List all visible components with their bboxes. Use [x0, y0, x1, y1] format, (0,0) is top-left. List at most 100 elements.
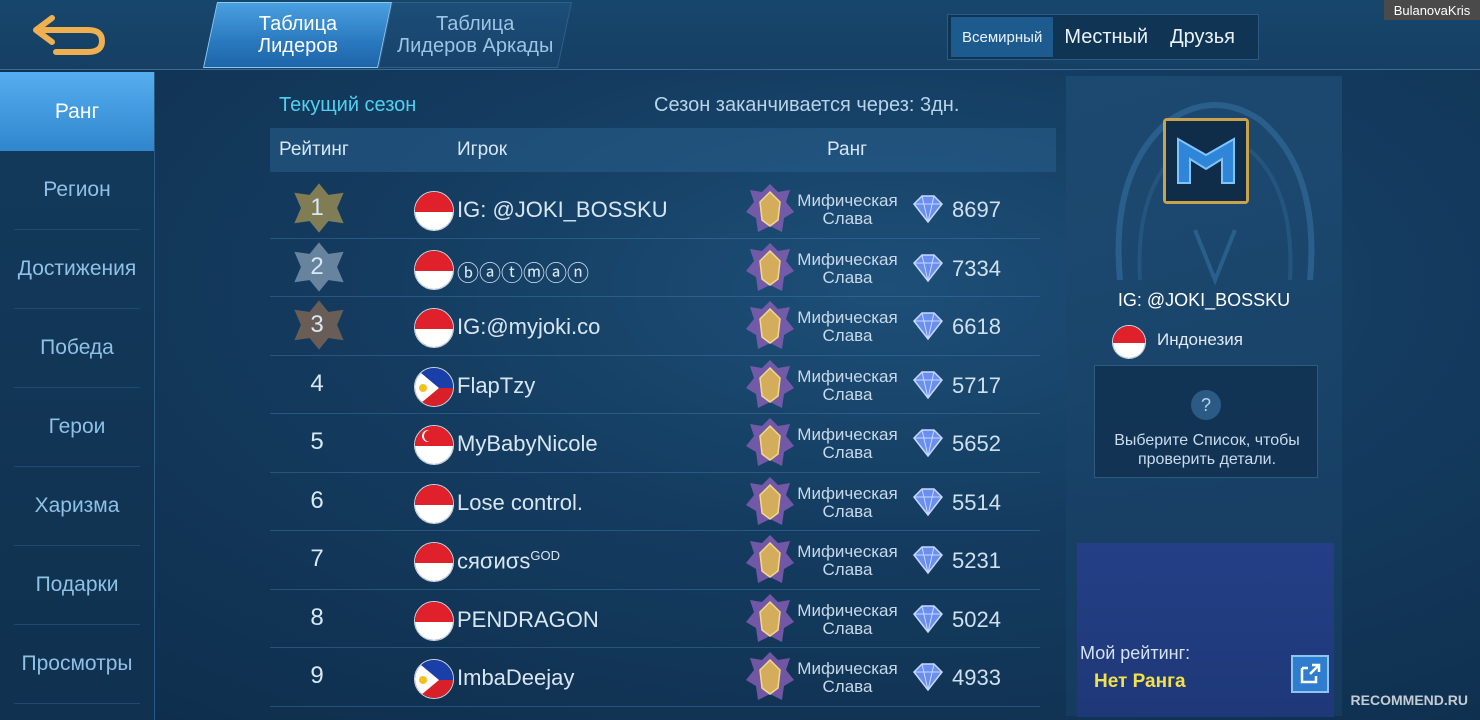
row-rank-line1: Мифическая — [797, 308, 898, 327]
row-rank-name: Мифическая Слава — [790, 601, 905, 638]
question-icon: ? — [1191, 390, 1221, 420]
back-arrow-icon — [33, 15, 106, 55]
tab-arcade-line1: Таблица — [435, 13, 515, 35]
table-header: Рейтинг Игрок Ранг — [270, 128, 1056, 172]
row-rank-line2: Слава — [822, 384, 873, 404]
column-rating: Рейтинг — [279, 139, 349, 160]
share-button[interactable] — [1291, 655, 1329, 693]
sidebar-item-region[interactable]: Регион — [14, 151, 140, 230]
star-gem-icon — [913, 604, 943, 633]
row-player-nick: ImbaDeejay — [457, 665, 575, 690]
column-player: Игрок — [457, 139, 508, 160]
row-rank-name: Мифическая Слава — [790, 367, 905, 404]
mythic-glory-rank-icon — [746, 652, 794, 700]
star-gem-icon — [913, 253, 943, 282]
indonesia-flag-icon — [414, 191, 454, 231]
row-rank-line1: Мифическая — [797, 425, 898, 444]
sidebar-item-achievements[interactable]: Достижения — [14, 230, 140, 309]
table-row[interactable]: 4 FlapTzy Мифическая Слава 5717 — [270, 356, 1040, 414]
row-stars: 5652 — [952, 431, 1001, 456]
column-rank: Ранг — [827, 139, 868, 160]
scope-switcher: Всемирный Местный Друзья — [947, 14, 1259, 60]
row-rank-line2: Слава — [822, 618, 873, 638]
indonesia-flag-icon — [414, 542, 454, 582]
row-position: 5 — [310, 428, 324, 455]
tab-leaderboard-line2: Лидеров — [257, 35, 338, 57]
row-rank-line1: Мифическая — [797, 542, 898, 561]
help-text-line2: проверить детали. — [1137, 451, 1277, 468]
table-row[interactable]: 6 Lose control. Мифическая Слава 5514 — [270, 473, 1040, 531]
row-position: 1 — [310, 194, 324, 221]
row-player-sup: GOD — [530, 548, 560, 563]
sidebar-item-charisma[interactable]: Харизма — [14, 467, 140, 546]
row-stars: 8697 — [952, 197, 1001, 222]
indonesia-flag-icon — [414, 483, 454, 524]
row-stars: 7334 — [952, 255, 1001, 281]
row-rank-name: Мифическая Слава — [790, 543, 905, 579]
sidebar: Ранг Регион Достижения Победа Герои Хари… — [0, 72, 155, 720]
row-player-nick: IG:@myjoki.co — [457, 314, 601, 339]
row-player-name: Lose control. — [457, 490, 583, 516]
row-rank-line2: Слава — [822, 677, 873, 696]
player-avatar — [1163, 118, 1249, 204]
row-rank-line1: Мифическая — [797, 659, 898, 678]
scope-global[interactable]: Всемирный — [951, 17, 1054, 57]
row-rank-name: Мифическая Слава — [790, 249, 905, 287]
season-title: Текущий сезон — [279, 94, 417, 116]
mythic-glory-rank-icon — [746, 359, 794, 408]
scope-local[interactable]: Местный — [1053, 17, 1159, 57]
row-rank-name: Мифическая Слава — [790, 483, 905, 521]
indonesia-flag-icon — [414, 308, 454, 348]
mythic-glory-rank-icon — [746, 535, 794, 583]
table-row[interactable]: 3 IG:@myjoki.co Мифическая Слава 6618 — [270, 297, 1040, 356]
tab-leaderboard[interactable]: Таблица Лидеров — [202, 2, 393, 68]
row-rank-line2: Слава — [822, 267, 873, 287]
watermark-username: BulanovaKris — [1384, 0, 1480, 20]
row-rank-line1: Мифическая — [797, 483, 898, 503]
sidebar-item-rank[interactable]: Ранг — [0, 72, 154, 151]
sidebar-item-views[interactable]: Просмотры — [14, 625, 140, 704]
row-position: 7 — [310, 545, 324, 572]
my-rating-label: Мой рейтинг: — [1080, 643, 1191, 663]
row-player-name: MyBabyNicole — [457, 431, 598, 457]
selected-player-country: Индонезия — [1157, 330, 1243, 349]
table-row[interactable]: 8 PENDRAGON Мифическая Слава 5024 — [270, 590, 1040, 648]
table-row[interactable]: 5 MyBabyNicole Мифическая Слава 5652 — [270, 414, 1040, 473]
sidebar-item-victory[interactable]: Победа — [14, 309, 140, 388]
row-rank-line1: Мифическая — [797, 191, 898, 210]
row-stars: 5717 — [952, 372, 1001, 398]
row-player-name: IG: @JOKI_BOSSKU — [457, 197, 668, 223]
table-row[interactable]: 2 ⓑⓐⓣⓜⓐⓝ Мифическая Слава 7334 — [270, 239, 1040, 297]
sidebar-item-gifts[interactable]: Подарки — [14, 546, 140, 625]
table-row[interactable]: 9 ImbaDeejay Мифическая Слава 4933 — [270, 648, 1040, 707]
mythic-glory-rank-icon — [746, 184, 794, 232]
row-rank-line1: Мифическая — [797, 249, 898, 269]
leaderboard-list: 1 IG: @JOKI_BOSSKU Мифическая Слава 8697 2… — [270, 180, 1040, 707]
row-stars: 4933 — [952, 665, 1001, 690]
row-stars: 5514 — [952, 489, 1001, 515]
sidebar-item-heroes[interactable]: Герои — [14, 388, 140, 467]
table-row[interactable]: 7 cяσиσѕGOD Мифическая Слава 5231 — [270, 531, 1040, 590]
philippines-flag-icon — [414, 659, 454, 699]
season-end-countdown: Сезон заканчивается через: 3дн. — [654, 94, 960, 116]
star-gem-icon — [913, 546, 943, 575]
external-link-icon — [1300, 663, 1321, 684]
row-rank-line2: Слава — [822, 443, 873, 462]
row-player-nick: cяσиσѕ — [457, 548, 531, 574]
back-button[interactable] — [30, 10, 110, 58]
row-position: 8 — [310, 603, 324, 631]
row-rank-line2: Слава — [822, 501, 873, 521]
row-player-nick: Lose control. — [457, 489, 583, 515]
row-player-nick: FlapTzy — [457, 372, 536, 398]
star-gem-icon — [913, 195, 943, 224]
my-rating-box: Мой рейтинг: Нет Ранга — [1077, 543, 1334, 717]
tab-leaderboard-line1: Таблица — [258, 13, 337, 35]
row-rank-line2: Слава — [822, 560, 873, 579]
row-position: 3 — [310, 311, 324, 338]
tab-arcade-leaderboard[interactable]: Таблица Лидеров Аркады — [377, 2, 573, 68]
row-player-name: IG:@myjoki.co — [457, 314, 600, 340]
scope-friends[interactable]: Друзья — [1159, 17, 1246, 57]
table-row[interactable]: 1 IG: @JOKI_BOSSKU Мифическая Слава 8697 — [270, 180, 1040, 239]
star-gem-icon — [913, 429, 943, 458]
row-player-name: PENDRAGON — [457, 607, 599, 633]
